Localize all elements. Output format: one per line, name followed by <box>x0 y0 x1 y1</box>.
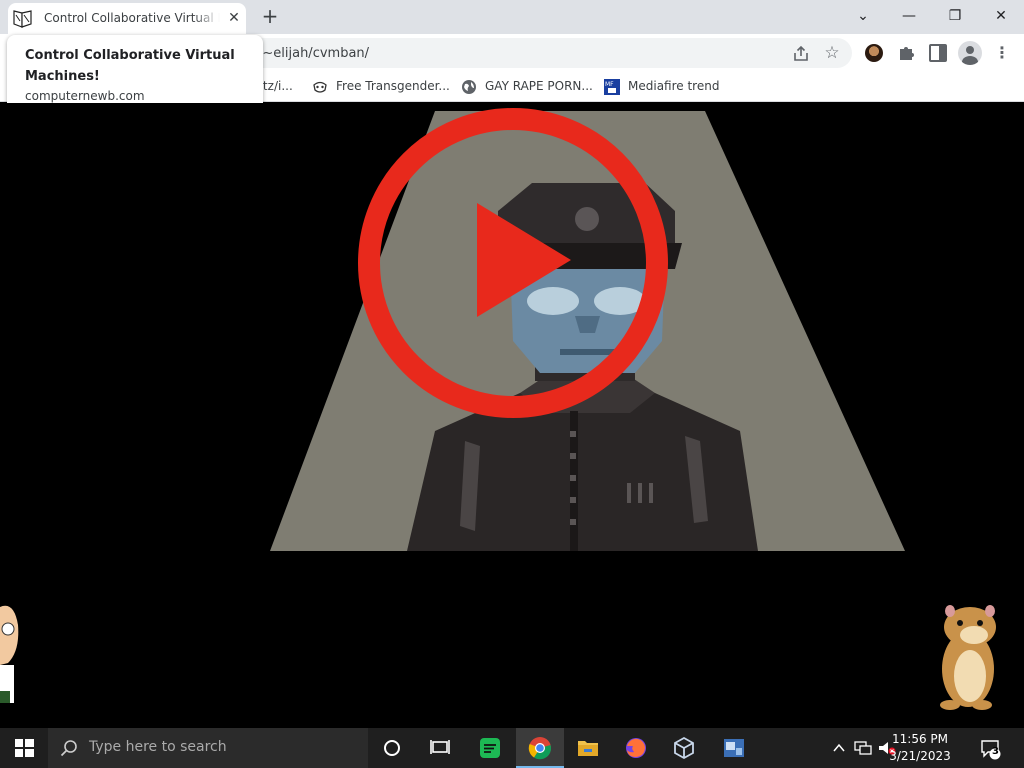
minimize-button[interactable]: — <box>886 2 932 30</box>
taskbar-app-chrome[interactable] <box>516 728 564 768</box>
task-view-icon <box>430 740 450 754</box>
tab-search-icon[interactable]: ⌄ <box>840 2 886 30</box>
tab-strip: Control Collaborative Virtual Machines! … <box>0 0 1024 34</box>
dancing-hamster-icon <box>940 605 996 710</box>
extension-avatar-icon[interactable] <box>865 44 883 62</box>
taskbar-app-virtualbox[interactable] <box>660 728 708 768</box>
tab-title: Control Collaborative Virtual Machines! <box>44 11 220 25</box>
task-view-button[interactable] <box>416 728 464 768</box>
taskbar-app-file-explorer[interactable] <box>564 728 612 768</box>
mediafire-favicon-icon: MF <box>604 78 620 95</box>
bookmark-label: Mediafire trend <box>628 79 720 93</box>
mask-favicon-icon <box>313 81 327 93</box>
extensions-puzzle-icon[interactable] <box>897 43 917 63</box>
clock-time: 11:56 PM <box>892 732 948 746</box>
share-icon[interactable] <box>792 45 810 63</box>
taskbar: Type here to search 3 11:56 PM 3/21/2023 <box>0 728 1024 768</box>
side-panel-icon[interactable] <box>929 44 947 62</box>
tab-favicon-icon <box>13 10 32 28</box>
chrome-icon <box>528 737 552 760</box>
clock[interactable]: 11:56 PM 3/21/2023 <box>880 731 960 765</box>
hover-card-host: computernewb.com <box>25 89 145 103</box>
clock-date: 3/21/2023 <box>889 749 951 763</box>
network-icon[interactable] <box>854 740 872 756</box>
cortana-button[interactable] <box>368 728 416 768</box>
url-text: /~elijah/cvmban/ <box>258 46 370 61</box>
notification-count: 3 <box>992 746 999 757</box>
bookmark-item[interactable]: GAY RAPE PORN... <box>461 77 593 97</box>
account-icon[interactable] <box>958 41 982 65</box>
taskbar-app-spotify[interactable] <box>466 728 514 768</box>
windows-start-icon[interactable] <box>0 728 48 768</box>
chevron-up-icon[interactable] <box>832 741 846 755</box>
new-tab-button[interactable]: + <box>258 5 282 29</box>
search-placeholder: Type here to search <box>89 739 227 755</box>
taskbar-app-vm[interactable] <box>710 728 758 768</box>
desktop-screen: Control Collaborative Virtual Machines! … <box>0 0 1024 768</box>
close-window-button[interactable]: ✕ <box>978 2 1024 30</box>
hover-card-title: Control Collaborative Virtual Machines! <box>25 48 235 84</box>
globe-icon <box>462 79 476 94</box>
taskbar-search-box[interactable]: Type here to search <box>48 728 368 768</box>
bookmark-item[interactable]: rtz/i... <box>258 77 293 97</box>
bookmark-label: GAY RAPE PORN... <box>485 79 593 93</box>
play-button-icon[interactable] <box>355 105 671 421</box>
bookmark-label: Free Transgender... <box>336 79 450 93</box>
tab-close-icon[interactable]: ✕ <box>225 9 243 27</box>
virtualbox-cube-icon <box>674 736 694 760</box>
bookmark-label: rtz/i... <box>258 79 293 93</box>
bookmark-item[interactable]: MF Mediafire trend <box>604 77 719 97</box>
taskbar-app-firefox[interactable] <box>612 728 660 768</box>
menu-kebab-icon[interactable]: ⋮ <box>994 43 1010 63</box>
folder-icon <box>578 741 598 756</box>
page-content[interactable] <box>0 103 1024 728</box>
search-icon <box>60 740 77 757</box>
svg-text:MF: MF <box>605 81 614 88</box>
cortana-circle-icon <box>384 740 400 756</box>
bookmark-item[interactable]: Free Transgender... <box>312 77 450 97</box>
firefox-icon <box>626 738 646 758</box>
vm-manager-icon <box>724 739 744 757</box>
cartoon-character-icon <box>0 605 19 703</box>
maximize-button[interactable]: ❐ <box>932 2 978 30</box>
browser-tab[interactable]: Control Collaborative Virtual Machines! … <box>8 3 246 34</box>
bookmark-star-icon[interactable]: ☆ <box>822 43 842 63</box>
green-app-icon <box>480 738 500 758</box>
